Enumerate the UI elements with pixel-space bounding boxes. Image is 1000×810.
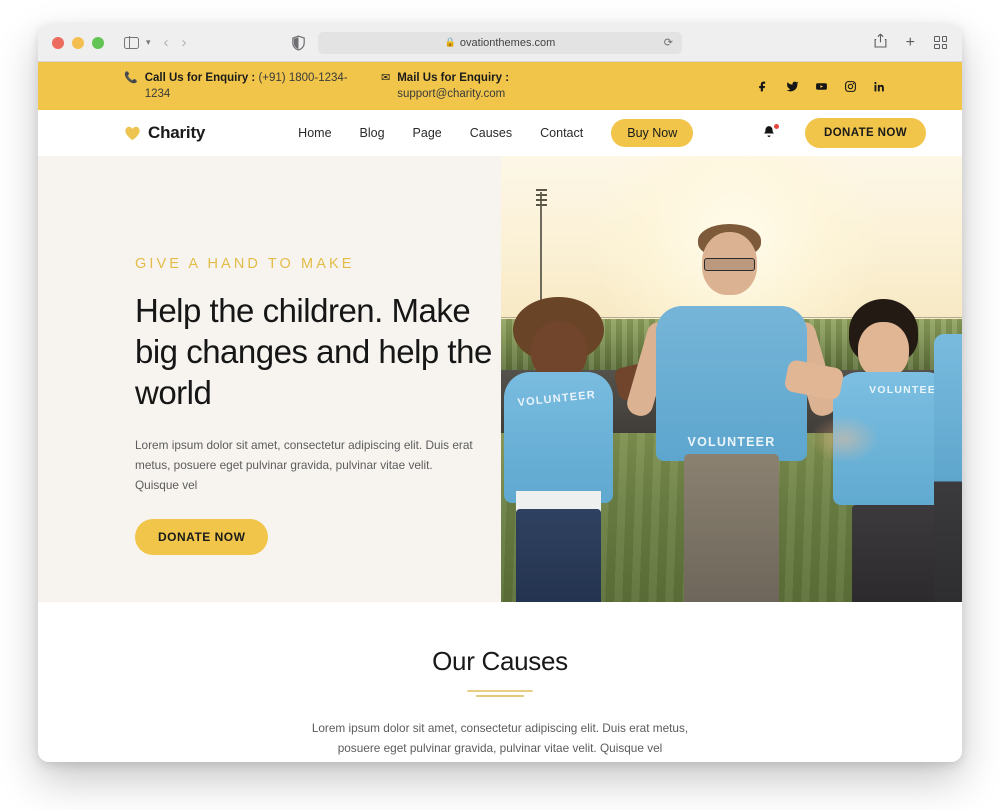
close-window-button[interactable] xyxy=(52,36,64,49)
glasses-shape xyxy=(703,258,756,272)
new-tab-button[interactable]: + xyxy=(906,34,915,52)
hero-section: GIVE A HAND TO MAKE Help the children. M… xyxy=(38,156,962,602)
shirt-text: VOLUNTEER xyxy=(687,435,776,450)
forward-button[interactable]: › xyxy=(182,34,187,51)
youtube-icon[interactable] xyxy=(815,80,828,93)
heart-icon xyxy=(124,125,141,141)
donate-now-nav-button[interactable]: DONATE NOW xyxy=(804,118,926,148)
jeans-shape xyxy=(683,453,780,602)
mail-contact[interactable]: ✉ Mail Us for Enquiry : support@charity.… xyxy=(381,70,509,102)
nav-item-home[interactable]: Home xyxy=(298,126,331,140)
phone-contact[interactable]: 📞 Call Us for Enquiry : (+91) 1800-1234-… xyxy=(124,70,359,102)
mail-value: support@charity.com xyxy=(397,88,506,100)
mail-label: Mail Us for Enquiry : xyxy=(397,72,510,84)
hero-image: VOLUNTEER VOLUNTEER VOLUNTEER xyxy=(501,156,962,602)
site-top-bar: 📞 Call Us for Enquiry : (+91) 1800-1234-… xyxy=(38,62,962,110)
jeans-shape xyxy=(515,509,602,602)
phone-icon: 📞 xyxy=(124,72,138,84)
minimize-window-button[interactable] xyxy=(72,36,84,49)
social-links xyxy=(757,80,886,93)
nav-item-causes[interactable]: Causes xyxy=(470,126,512,140)
linkedin-icon[interactable] xyxy=(873,80,886,93)
maximize-window-button[interactable] xyxy=(92,36,104,49)
nav-item-contact[interactable]: Contact xyxy=(540,126,583,140)
nav-item-blog[interactable]: Blog xyxy=(360,126,385,140)
window-controls[interactable] xyxy=(52,36,104,49)
address-bar[interactable]: 🔒 ovationthemes.com ⟳ xyxy=(318,31,682,54)
hero-heading: Help the children. Make big changes and … xyxy=(135,292,492,411)
site-navbar: Charity Home Blog Page Causes Contact Bu… xyxy=(38,110,962,156)
jeans-shape xyxy=(852,504,937,602)
main-menu: Home Blog Page Causes Contact Buy Now xyxy=(298,119,694,147)
phone-label: Call Us for Enquiry : xyxy=(144,72,256,84)
url-text: ovationthemes.com xyxy=(459,36,556,49)
twitter-icon[interactable] xyxy=(786,80,799,93)
browser-toolbar: ▾ ‹ › 🔒 ovationthemes.com ⟳ + xyxy=(38,24,962,62)
brand-name: Charity xyxy=(148,123,206,142)
desktop-background: ▾ ‹ › 🔒 ovationthemes.com ⟳ + 📞 Call Us … xyxy=(0,0,1000,810)
reload-icon[interactable]: ⟳ xyxy=(664,36,673,49)
buy-now-button[interactable]: Buy Now xyxy=(611,119,694,147)
notification-bell[interactable] xyxy=(762,123,780,142)
page-viewport: 📞 Call Us for Enquiry : (+91) 1800-1234-… xyxy=(38,62,962,762)
contact-info-group: 📞 Call Us for Enquiry : (+91) 1800-1234-… xyxy=(124,70,509,102)
volunteer-center: VOLUNTEER xyxy=(624,224,839,602)
share-icon[interactable] xyxy=(874,33,887,53)
hero-eyebrow: GIVE A HAND TO MAKE xyxy=(135,256,355,272)
head-shape xyxy=(858,322,909,379)
title-divider xyxy=(467,690,533,697)
mail-icon: ✉ xyxy=(381,72,391,84)
brand-logo[interactable]: Charity xyxy=(124,123,205,143)
tab-overview-icon[interactable] xyxy=(934,36,947,49)
instagram-icon[interactable] xyxy=(844,80,857,93)
volunteer-partial xyxy=(934,334,962,602)
causes-paragraph: Lorem ipsum dolor sit amet, consectetur … xyxy=(311,721,689,755)
facebook-icon[interactable] xyxy=(757,80,770,93)
hero-paragraph: Lorem ipsum dolor sit amet, consectetur … xyxy=(135,438,473,492)
shield-icon[interactable] xyxy=(292,34,305,51)
chevron-down-icon[interactable]: ▾ xyxy=(146,37,151,48)
volunteer-left: VOLUNTEER xyxy=(501,297,676,602)
nav-item-page[interactable]: Page xyxy=(413,126,442,140)
causes-title: Our Causes xyxy=(432,646,568,676)
hero-content: GIVE A HAND TO MAKE Help the children. M… xyxy=(38,156,501,602)
back-button[interactable]: ‹ xyxy=(164,34,169,51)
sidebar-icon[interactable] xyxy=(124,36,139,49)
browser-window: ▾ ‹ › 🔒 ovationthemes.com ⟳ + 📞 Call Us … xyxy=(38,24,962,762)
donate-now-hero-button[interactable]: DONATE NOW xyxy=(135,519,269,555)
notification-badge xyxy=(773,123,780,130)
lock-icon: 🔒 xyxy=(444,37,456,47)
causes-section: Our Causes Lorem ipsum dolor sit amet, c… xyxy=(38,602,962,762)
lens-flare xyxy=(809,414,880,463)
